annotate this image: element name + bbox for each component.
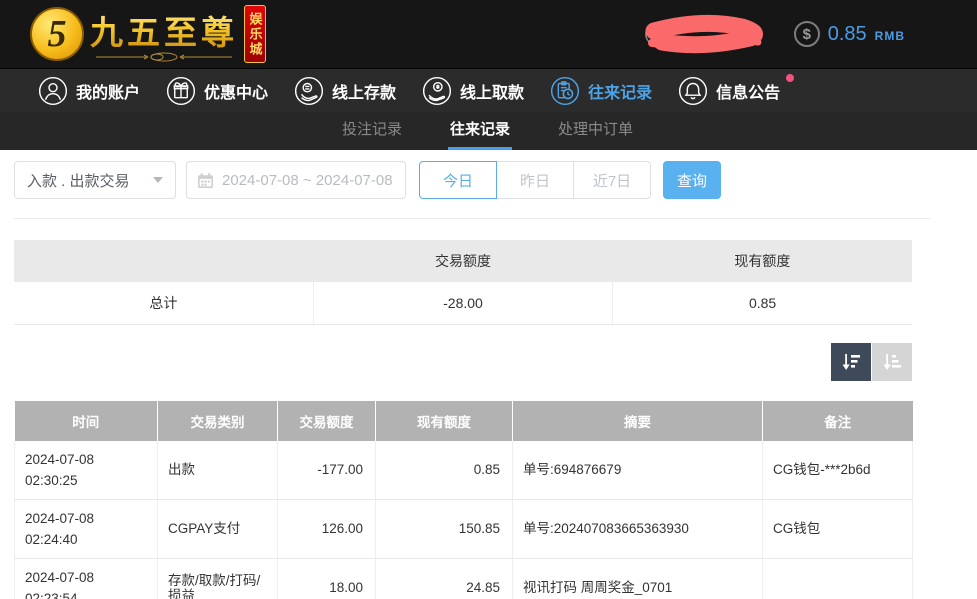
balance-display: $ 0.85 RMB: [794, 21, 905, 47]
nav-label: 我的账户: [76, 79, 140, 103]
summary-row: 总计 -28.00 0.85: [14, 282, 912, 324]
logo-flourish-icon: [94, 52, 234, 62]
notification-dot: [786, 74, 794, 82]
nav-label: 往来记录: [588, 79, 652, 103]
query-button[interactable]: 查询: [663, 161, 721, 199]
date-range-value: 2024-07-08 ~ 2024-07-08: [222, 172, 393, 189]
content-area: 入款 . 出款交易 2024-07-08 ~ 2024-07-08 今日 昨日 …: [0, 150, 977, 599]
summary-table: 交易额度 现有额度 总计 -28.00 0.85: [14, 240, 912, 325]
filter-row: 入款 . 出款交易 2024-07-08 ~ 2024-07-08 今日 昨日 …: [14, 161, 977, 199]
col-transaction-type: 交易类别: [158, 401, 278, 441]
main-navbar: 我的账户 优惠中心 线上存款 线上取款 往来记录: [0, 68, 977, 112]
cell-balance: 0.85: [376, 441, 513, 500]
nav-label: 优惠中心: [204, 79, 268, 103]
tab-transaction-records[interactable]: 往来记录: [448, 112, 512, 150]
summary-current-value: 0.85: [613, 282, 912, 324]
quick-date-button-group: 今日 昨日 近7日: [419, 161, 651, 199]
cell-summary: 单号:694876679: [513, 441, 763, 500]
sort-descending-icon: [839, 350, 863, 374]
transaction-type-select[interactable]: 入款 . 出款交易: [14, 161, 176, 199]
site-title: 九五至尊: [90, 6, 238, 54]
yesterday-button[interactable]: 昨日: [496, 161, 574, 199]
cell-type: 存款/取款/打码/损益: [158, 558, 278, 599]
cell-time: 2024-07-08 02:30:25: [15, 441, 158, 500]
logo-5-icon: 5: [30, 7, 84, 61]
summary-transaction-value: -28.00: [313, 282, 612, 324]
nav-item-promotions[interactable]: 优惠中心: [166, 76, 268, 106]
col-summary: 摘要: [513, 401, 763, 441]
calendar-icon: [197, 172, 214, 189]
nav-item-deposit[interactable]: 线上存款: [294, 76, 396, 106]
sort-ascending-icon: [880, 350, 904, 374]
logo-badge: 娱乐城: [244, 5, 266, 63]
cell-amount: -177.00: [278, 441, 376, 500]
nav-label: 线上取款: [460, 79, 524, 103]
cell-summary: 单号:202407083665363930: [513, 499, 763, 558]
site-logo[interactable]: 5 九五至尊 娱乐城: [30, 5, 266, 63]
summary-header-transaction-amount: 交易额度: [313, 240, 612, 282]
withdraw-icon: [422, 76, 452, 106]
table-row: 2024-07-08 02:23:54 存款/取款/打码/损益 18.00 24…: [15, 558, 913, 599]
transaction-type-value: 入款 . 出款交易: [27, 170, 130, 191]
sort-ascending-button[interactable]: [872, 343, 912, 381]
account-username-area[interactable]: [644, 13, 776, 55]
cell-remark: CG钱包-***2b6d: [763, 441, 913, 500]
cell-time: 2024-07-08 02:23:54: [15, 558, 158, 599]
col-remark: 备注: [763, 401, 913, 441]
today-button[interactable]: 今日: [419, 161, 497, 199]
dollar-icon: $: [794, 21, 820, 47]
table-row: 2024-07-08 02:24:40 CGPAY支付 126.00 150.8…: [15, 499, 913, 558]
last7days-button[interactable]: 近7日: [573, 161, 651, 199]
records-table-header: 时间 交易类别 交易额度 现有额度 摘要 备注: [15, 401, 913, 441]
section-divider: [14, 218, 930, 219]
cell-time: 2024-07-08 02:24:40: [15, 499, 158, 558]
cell-balance: 150.85: [376, 499, 513, 558]
nav-item-withdraw[interactable]: 线上取款: [422, 76, 524, 106]
cell-amount: 126.00: [278, 499, 376, 558]
nav-label: 信息公告: [716, 79, 780, 103]
nav-label: 线上存款: [332, 79, 396, 103]
censored-username-scribble: [640, 13, 774, 55]
cell-type: CGPAY支付: [158, 499, 278, 558]
date-range-input[interactable]: 2024-07-08 ~ 2024-07-08: [186, 161, 406, 199]
tab-bet-records[interactable]: 投注记录: [340, 112, 404, 150]
balance-currency: RMB: [875, 25, 905, 43]
records-tabbar: 投注记录 往来记录 处理中订单: [0, 112, 977, 150]
summary-header-current-amount: 现有额度: [613, 240, 912, 282]
balance-amount: 0.85: [828, 23, 867, 46]
records-icon: [550, 76, 580, 106]
tab-pending-orders[interactable]: 处理中订单: [556, 112, 635, 150]
user-icon: [38, 76, 68, 106]
col-time: 时间: [15, 401, 158, 441]
nav-item-my-account[interactable]: 我的账户: [38, 76, 140, 106]
cell-remark: [763, 558, 913, 599]
sort-descending-button[interactable]: [831, 343, 871, 381]
cell-type: 出款: [158, 441, 278, 500]
bell-icon: [678, 76, 708, 106]
summary-total-label: 总计: [14, 282, 313, 324]
chevron-down-icon: [153, 177, 163, 183]
deposit-icon: [294, 76, 324, 106]
sort-controls: [14, 343, 912, 381]
summary-header-empty: [14, 240, 313, 282]
records-table: 时间 交易类别 交易额度 现有额度 摘要 备注 2024-07-08 02:30…: [14, 401, 913, 599]
col-current-amount: 现有额度: [376, 401, 513, 441]
top-header: 5 九五至尊 娱乐城: [0, 0, 977, 68]
table-row: 2024-07-08 02:30:25 出款 -177.00 0.85 单号:6…: [15, 441, 913, 500]
cell-balance: 24.85: [376, 558, 513, 599]
cell-summary: 视讯打码 周周奖金_0701: [513, 558, 763, 599]
nav-item-announcements[interactable]: 信息公告: [678, 76, 780, 106]
cell-amount: 18.00: [278, 558, 376, 599]
gift-icon: [166, 76, 196, 106]
col-transaction-amount: 交易额度: [278, 401, 376, 441]
cell-remark: CG钱包: [763, 499, 913, 558]
nav-item-transaction-records[interactable]: 往来记录: [550, 76, 652, 106]
